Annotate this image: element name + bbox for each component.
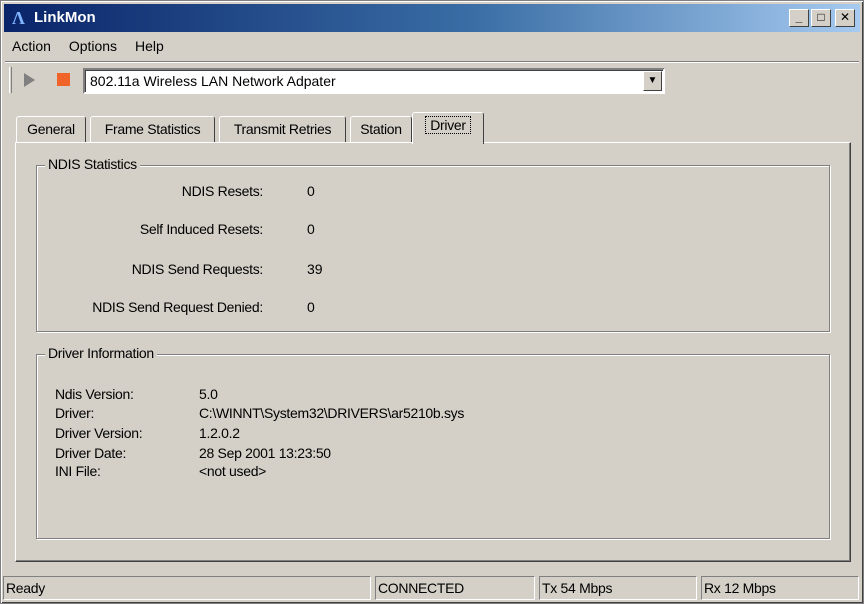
driver-version-value: 1.2.0.2	[199, 425, 240, 441]
minimize-button[interactable]: _	[789, 9, 809, 27]
ini-file-label: INI File:	[55, 463, 101, 479]
toolbar-grip[interactable]	[9, 67, 12, 93]
menu-help[interactable]: Help	[128, 35, 171, 57]
menu-options[interactable]: Options	[62, 35, 124, 57]
status-bar: Ready CONNECTED Tx 54 Mbps Rx 12 Mbps	[3, 576, 863, 602]
tab-driver[interactable]: Driver	[412, 112, 484, 144]
driver-date-value: 28 Sep 2001 13:23:50	[199, 445, 331, 461]
driver-tab-panel: NDIS Statistics NDIS Resets: 0 Self Indu…	[15, 142, 851, 562]
tab-general[interactable]: General	[16, 116, 86, 143]
driver-date-label: Driver Date:	[55, 445, 127, 461]
title-bar[interactable]: Λ LinkMon _ □ ✕	[4, 4, 860, 32]
window-title: LinkMon	[34, 9, 96, 26]
ndis-version-label: Ndis Version:	[55, 386, 134, 402]
linkmon-window: Λ LinkMon _ □ ✕ Action Options Help 802.…	[0, 0, 864, 604]
tab-frame-statistics[interactable]: Frame Statistics	[90, 116, 215, 143]
play-icon[interactable]	[21, 71, 37, 89]
close-button[interactable]: ✕	[835, 9, 855, 27]
stop-icon[interactable]	[57, 73, 70, 86]
menu-bar: Action Options Help	[5, 35, 171, 59]
driver-version-label: Driver Version:	[55, 425, 143, 441]
ndis-version-value: 5.0	[199, 386, 218, 402]
adapter-select-value: 802.11a Wireless LAN Network Adpater	[90, 73, 336, 89]
tab-station[interactable]: Station	[350, 116, 412, 143]
tab-frame-statistics-label: Frame Statistics	[104, 121, 201, 137]
ndis-send-request-denied-label: NDIS Send Request Denied:	[92, 299, 263, 315]
maximize-button[interactable]: □	[811, 9, 831, 27]
driver-information-group: Driver Information Ndis Version: 5.0 Dri…	[36, 345, 830, 539]
self-induced-resets-value: 0	[307, 221, 315, 237]
status-text: Ready	[3, 576, 371, 600]
tab-station-label: Station	[360, 121, 402, 137]
ndis-send-requests-value: 39	[307, 261, 323, 277]
menu-separator	[5, 61, 859, 63]
tab-general-label: General	[27, 121, 75, 137]
ndis-send-request-denied-value: 0	[307, 299, 315, 315]
tab-driver-label: Driver	[425, 116, 471, 134]
self-induced-resets-label: Self Induced Resets:	[139, 221, 263, 237]
connection-status: CONNECTED	[375, 576, 535, 600]
driver-information-title: Driver Information	[45, 345, 157, 361]
adapter-select[interactable]: 802.11a Wireless LAN Network Adpater ▼	[83, 68, 665, 94]
driver-path-value: C:\WINNT\System32\DRIVERS\ar5210b.sys	[199, 405, 465, 421]
ndis-statistics-title: NDIS Statistics	[45, 156, 140, 172]
dropdown-arrow-icon[interactable]: ▼	[643, 71, 662, 91]
driver-path-label: Driver:	[55, 405, 95, 421]
tab-transmit-retries[interactable]: Transmit Retries	[219, 116, 346, 143]
tx-rate: Tx 54 Mbps	[539, 576, 697, 600]
rx-rate: Rx 12 Mbps	[701, 576, 859, 600]
ndis-resets-label: NDIS Resets:	[181, 183, 264, 199]
tab-transmit-retries-label: Transmit Retries	[233, 121, 332, 137]
linkmon-app-icon: Λ	[12, 8, 25, 28]
ndis-resets-value: 0	[307, 183, 315, 199]
menu-action[interactable]: Action	[5, 35, 58, 57]
ndis-send-requests-label: NDIS Send Requests:	[131, 261, 264, 277]
ndis-statistics-group: NDIS Statistics NDIS Resets: 0 Self Indu…	[36, 156, 830, 332]
ini-file-value: <not used>	[199, 463, 267, 479]
